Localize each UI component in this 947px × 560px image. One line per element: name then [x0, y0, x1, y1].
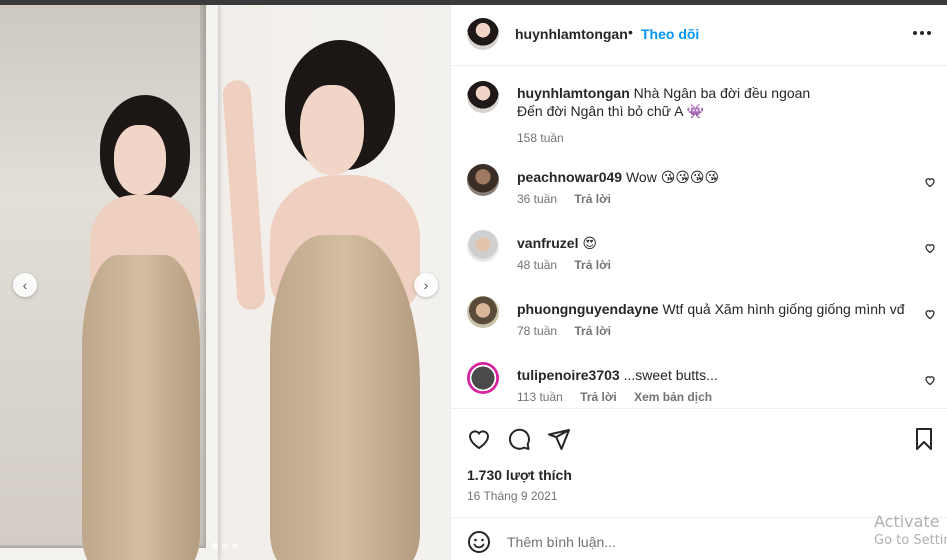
comment-bubble-icon[interactable]	[507, 427, 531, 451]
comment-time: 36 tuần	[517, 192, 558, 206]
windows-activation-watermark: Activate Go to Settings	[874, 512, 947, 548]
chevron-right-icon: ›	[423, 277, 429, 293]
comment-input[interactable]	[507, 528, 867, 556]
caption-username[interactable]: huynhlamtongan	[517, 85, 630, 101]
comment-text: tulipenoire3703 ...sweet butts...	[517, 366, 917, 384]
save-bookmark-icon[interactable]	[912, 427, 936, 451]
comment-time: 113 tuần	[517, 390, 563, 404]
carousel-dot	[212, 543, 218, 549]
comment-meta: 48 tuần Trả lời	[517, 258, 611, 272]
prev-image-button[interactable]: ‹	[13, 273, 37, 297]
comment-meta: 78 tuần Trả lời	[517, 324, 611, 338]
comment-text: peachnowar049 Wow 😘😘😘😘	[517, 168, 917, 186]
comment-text: vanfruzel 😍	[517, 234, 917, 252]
comment-item: vanfruzel 😍 48 tuần Trả lời	[451, 230, 947, 290]
post-header: huynhlamtongan • Theo dõi	[451, 5, 947, 66]
reply-button[interactable]: Trả lời	[574, 258, 611, 272]
next-image-button[interactable]: ›	[414, 273, 438, 297]
commenter-avatar[interactable]	[467, 164, 499, 196]
commenter-avatar[interactable]	[467, 296, 499, 328]
caption-time: 158 tuần	[517, 131, 564, 145]
post-media[interactable]: ‹ ›	[0, 5, 450, 560]
post-date[interactable]: 16 Tháng 9 2021	[467, 489, 558, 503]
share-send-icon[interactable]	[547, 427, 571, 451]
owner-username[interactable]: huynhlamtongan	[515, 26, 628, 42]
watermark-line-1: Activate	[874, 512, 940, 531]
post-side-panel: huynhlamtongan • Theo dõi huynhlamtongan…	[450, 5, 947, 560]
watermark-line-2: Go to Settings	[874, 533, 947, 548]
comment-username[interactable]: phuongnguyendayne	[517, 301, 659, 317]
see-translation-button[interactable]: Xem bản dịch	[634, 390, 712, 404]
comment-body: Wow 😘😘😘😘	[625, 169, 720, 185]
caption-text: huynhlamtongan Nhà Ngân ba đời đều ngoan…	[517, 84, 917, 120]
like-comment-heart-icon[interactable]	[924, 374, 936, 386]
caption-avatar[interactable]	[467, 81, 499, 113]
emoji-icon[interactable]	[467, 530, 491, 554]
like-heart-icon[interactable]	[467, 427, 491, 451]
comment-body: 😍	[582, 235, 597, 251]
like-comment-heart-icon[interactable]	[924, 308, 936, 320]
commenter-avatar[interactable]	[467, 362, 499, 394]
commenter-avatar[interactable]	[467, 230, 499, 262]
comment-item: peachnowar049 Wow 😘😘😘😘 36 tuần Trả lời	[451, 164, 947, 224]
comment-meta: 113 tuần Trả lời Xem bản dịch	[517, 390, 712, 404]
comment-item: phuongnguyendayne Wtf quả Xăm hình giống…	[451, 296, 947, 356]
reply-button[interactable]: Trả lời	[574, 192, 611, 206]
comment-meta: 36 tuần Trả lời	[517, 192, 611, 206]
comment-body: ...sweet butts...	[623, 367, 718, 383]
comment-time: 78 tuần	[517, 324, 558, 338]
carousel-dot	[222, 543, 228, 549]
comment-text: phuongnguyendayne Wtf quả Xăm hình giống…	[517, 300, 917, 318]
caption-line-1: Nhà Ngân ba đời đều ngoan	[633, 85, 811, 101]
reply-button[interactable]: Trả lời	[574, 324, 611, 338]
like-comment-heart-icon[interactable]	[924, 176, 936, 188]
comment-username[interactable]: peachnowar049	[517, 169, 622, 185]
add-comment-bar	[451, 517, 947, 560]
comment-username[interactable]: vanfruzel	[517, 235, 578, 251]
chevron-left-icon: ‹	[22, 277, 28, 293]
reply-button[interactable]: Trả lời	[580, 390, 617, 404]
comment-body: Wtf quả Xăm hình giống giống mình vđ	[662, 301, 905, 317]
carousel-indicator	[212, 543, 238, 549]
caption-meta: 158 tuần	[517, 131, 564, 145]
header-separator: •	[628, 24, 633, 40]
follow-button[interactable]: Theo dõi	[641, 26, 699, 42]
owner-avatar[interactable]	[467, 18, 499, 50]
like-comment-heart-icon[interactable]	[924, 242, 936, 254]
likes-count[interactable]: 1.730 lượt thích	[467, 467, 572, 483]
post-actions: 1.730 lượt thích 16 Tháng 9 2021	[451, 408, 947, 509]
more-horizontal-icon[interactable]	[913, 31, 931, 35]
photo-reflection-figure	[60, 85, 210, 560]
comment-time: 48 tuần	[517, 258, 558, 272]
comment-username[interactable]: tulipenoire3703	[517, 367, 620, 383]
caption-line-2: Đến đời Ngân thì bỏ chữ A 👾	[517, 103, 704, 119]
photo-main-figure	[222, 35, 440, 560]
carousel-dot	[232, 543, 238, 549]
